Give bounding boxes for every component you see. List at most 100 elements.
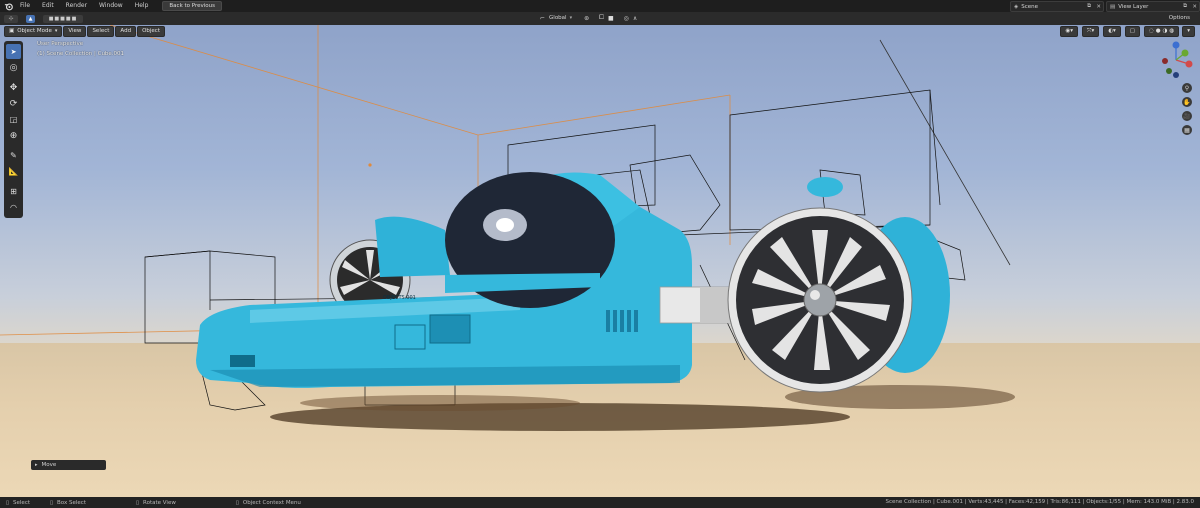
top-menu-bar: File Edit Render Window Help Back to Pre… [0, 0, 1200, 12]
perspective-label: User Perspective [37, 41, 84, 47]
measure-icon: 📐 [8, 167, 19, 176]
status-context-menu-label: Object Context Menu [242, 499, 301, 506]
new-scene-icon[interactable]: ⧉ [1087, 3, 1091, 10]
editor-type-icon: ⊹ [8, 15, 14, 22]
object-mode-label: Object Mode [17, 27, 52, 34]
tool-header: ⊹ ▲ ■■■■■ ⌐ Global ▾ ⊛ ⧠ ■ ◎ ∧ Options [0, 12, 1200, 26]
tool-shelf: ➤ ◎ ✥ ⟳ ◲ ⊕ ✎ 📐 ⊞ ◠ [4, 41, 23, 218]
options-button[interactable]: Options [1169, 15, 1190, 21]
delete-scene-icon[interactable]: ✕ [1096, 4, 1101, 10]
material-shading-icon[interactable]: ◑ [1163, 27, 1168, 36]
view-layer-name: View Layer [1118, 3, 1149, 10]
view-layer-selector[interactable]: ▤ View Layer ⧉ ✕ [1106, 1, 1200, 12]
shading-options-icon[interactable]: ▾ [1182, 26, 1195, 37]
menu-file[interactable]: File [14, 0, 36, 12]
add-cube-icon: ⊞ [10, 187, 17, 196]
wireframe-shading-icon[interactable]: ◌ [1149, 27, 1154, 36]
menu-help[interactable]: Help [129, 0, 155, 12]
xray-icon[interactable]: ▢ [1124, 26, 1140, 37]
back-to-previous-button[interactable]: Back to Previous [162, 1, 223, 11]
viewport-header: ▣ Object Mode ▾ View Select Add Object ◉… [0, 25, 1200, 37]
add-cube-tool[interactable]: ⊞ [6, 184, 21, 199]
visibility-icon[interactable]: ◉▾ [1060, 26, 1079, 37]
loop-cut-tool[interactable]: ◠ [6, 200, 21, 215]
status-select: ▯ Select [6, 500, 30, 506]
chevron-down-icon: ▾ [569, 15, 573, 21]
chevron-right-icon: ▸ [35, 462, 38, 468]
select-tool-button[interactable]: ▲ [26, 14, 35, 23]
selection-mode-buttons[interactable]: ■■■■■ [43, 14, 83, 23]
status-box-select-label: Box Select [57, 499, 86, 506]
overlays-icon[interactable]: ◐▾ [1103, 26, 1121, 37]
scene-statistics: Scene Collection | Cube.001 | Verts:43,4… [885, 499, 1194, 505]
scene-name: Scene [1021, 3, 1039, 10]
rendered-shading-icon[interactable]: ◍ [1169, 27, 1174, 36]
status-context-menu: ▯ Object Context Menu [236, 500, 301, 506]
last-operator-label: Move [41, 462, 57, 468]
measure-tool[interactable]: 📐 [6, 164, 21, 179]
menu-render[interactable]: Render [60, 0, 93, 12]
snap-target-icon[interactable]: ■ [608, 15, 614, 22]
solid-shading-icon[interactable]: ● [1156, 27, 1161, 36]
object-mode-selector[interactable]: ▣ Object Mode ▾ [4, 25, 63, 37]
viewport-shading-controls: ◉▾ ⤧▾ ◐▾ ▢ ◌ ● ◑ ◍ ▾ [1060, 26, 1196, 37]
view-layer-icon: ▤ [1110, 3, 1116, 10]
transform-icon: ⊕ [9, 130, 18, 141]
menu-view[interactable]: View [63, 25, 87, 37]
status-rotate-view: ▯ Rotate View [136, 500, 176, 506]
mouse-drag-icon: ▯ [50, 499, 54, 506]
zoom-icon[interactable]: ⚲ [1182, 83, 1192, 93]
rotate-icon: ⟳ [9, 98, 18, 109]
cursor-arrow-icon: ➤ [10, 47, 17, 56]
annotate-icon: ✎ [10, 151, 17, 160]
menu-edit[interactable]: Edit [36, 0, 60, 12]
snap-icon[interactable]: ⧠ [599, 14, 604, 22]
proportional-edit-icon[interactable]: ◎ [624, 15, 629, 22]
editor-type-button[interactable]: ⊹ [4, 14, 18, 23]
camera-view-icon[interactable]: 🎥 [1182, 111, 1192, 121]
chevron-down-icon: ▾ [54, 27, 58, 34]
transform-orientation-group: ⌐ Global ▾ ⊛ ⧠ ■ ◎ ∧ [540, 14, 637, 22]
delete-view-layer-icon[interactable]: ✕ [1192, 4, 1197, 10]
menu-object[interactable]: Object [137, 25, 165, 37]
scale-tool[interactable]: ◲ [6, 112, 21, 127]
pivot-icon[interactable]: ⊛ [584, 15, 589, 22]
orientation-icon: ⌐ [540, 14, 546, 22]
cursor-tool[interactable]: ◎ [6, 60, 21, 75]
gizmo-icon[interactable]: ⤧▾ [1082, 26, 1100, 37]
status-box-select: ▯ Box Select [50, 500, 86, 506]
falloff-icon[interactable]: ∧ [633, 15, 637, 22]
shading-mode-buttons[interactable]: ◌ ● ◑ ◍ [1143, 26, 1180, 37]
transform-orientation[interactable]: Global [549, 15, 567, 21]
menu-add[interactable]: Add [115, 25, 137, 37]
move-icon: ✥ [9, 82, 18, 93]
3d-viewport[interactable]: OBJECTS.001 ▣ Object Mode ▾ View Select … [0, 25, 1200, 497]
grid-view-icon[interactable]: ▦ [1182, 125, 1192, 135]
menu-select[interactable]: Select [87, 25, 115, 37]
navigation-gizmo[interactable] [1155, 39, 1197, 81]
new-view-layer-icon[interactable]: ⧉ [1183, 3, 1187, 10]
annotate-tool[interactable]: ✎ [6, 148, 21, 163]
selection-mode-icons: ■■■■■ [48, 15, 78, 22]
status-bar: ▯ Select ▯ Box Select ▯ Rotate View ▯ Ob… [0, 497, 1200, 508]
status-select-label: Select [13, 499, 30, 506]
scene-render [0, 25, 1015, 431]
right-mouse-icon: ▯ [235, 499, 239, 506]
scene-selector[interactable]: ◈ Scene ⧉ ✕ [1010, 1, 1104, 12]
scale-icon: ◲ [9, 115, 18, 124]
3d-cursor-icon: ◎ [9, 62, 18, 73]
scene-icon: ◈ [1014, 3, 1019, 10]
rotate-tool[interactable]: ⟳ [6, 96, 21, 111]
move-tool[interactable]: ✥ [6, 80, 21, 95]
left-mouse-icon: ▯ [6, 499, 10, 506]
last-operator-panel[interactable]: ▸ Move [31, 460, 106, 470]
select-box-tool[interactable]: ➤ [6, 44, 21, 59]
collection-label: (1) Scene Collection | Cube.001 [37, 51, 125, 57]
menu-window[interactable]: Window [93, 0, 129, 12]
status-rotate-view-label: Rotate View [143, 499, 176, 506]
pan-hand-icon[interactable]: ✋ [1182, 97, 1192, 107]
blender-logo-icon[interactable] [2, 0, 14, 12]
object-name-label: OBJECTS.001 [383, 295, 416, 301]
cursor-arrow-icon: ▲ [28, 15, 33, 22]
transform-tool[interactable]: ⊕ [6, 128, 21, 143]
